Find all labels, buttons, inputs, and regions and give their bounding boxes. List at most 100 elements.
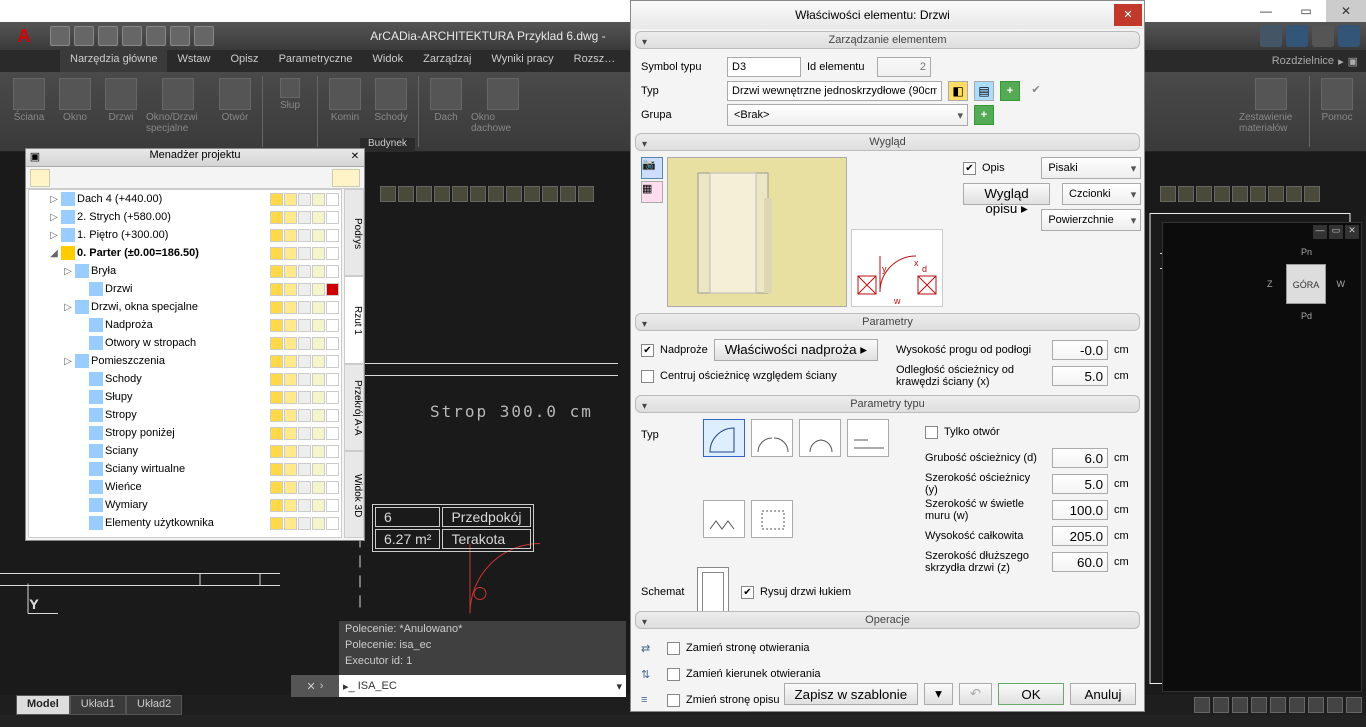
layer-color-icon[interactable] (326, 427, 339, 440)
layer-print-icon[interactable] (312, 319, 325, 332)
layer-sun-icon[interactable] (284, 481, 297, 494)
window-button[interactable]: Okno (52, 76, 98, 147)
status-icon[interactable] (1308, 697, 1324, 713)
command-input[interactable]: ▸_ ISA_EC ▾ (339, 675, 626, 697)
cancel-button[interactable]: Anuluj (1070, 683, 1136, 705)
tree-expand-icon[interactable]: ▷ (63, 266, 73, 277)
layer-lock-icon[interactable] (298, 319, 311, 332)
layer-bulb-icon[interactable] (270, 391, 283, 404)
frame-width-input[interactable] (1052, 474, 1108, 494)
layer-color-icon[interactable] (326, 211, 339, 224)
type-library-icon[interactable]: ▤ (974, 81, 994, 101)
status-icon[interactable] (1270, 697, 1286, 713)
type-single-button[interactable] (703, 419, 745, 457)
type-sliding-button[interactable] (847, 419, 889, 457)
pm-close-icon[interactable]: ✕ (348, 150, 362, 164)
layer-bulb-icon[interactable] (270, 481, 283, 494)
qat-redo-icon[interactable] (194, 26, 214, 46)
section-management[interactable]: ▾Zarządzanie elementem (635, 31, 1140, 49)
layer-print-icon[interactable] (312, 211, 325, 224)
layer-sun-icon[interactable] (284, 463, 297, 476)
layer-lock-icon[interactable] (298, 229, 311, 242)
layer-color-icon[interactable] (326, 247, 339, 260)
tree-expand-icon[interactable]: ◢ (49, 248, 59, 259)
pm-tab-rzut1[interactable]: Rzut 1 (344, 276, 364, 363)
look-2d-icon[interactable]: ▦ (641, 181, 663, 203)
layer-bulb-icon[interactable] (270, 319, 283, 332)
qat-open-icon[interactable] (74, 26, 94, 46)
tree-row[interactable]: Ściany (29, 442, 341, 460)
layer-lock-icon[interactable] (298, 355, 311, 368)
vt-icon[interactable] (488, 186, 504, 202)
opening-button[interactable]: Otwór (212, 76, 258, 147)
help-button[interactable]: Pomoc (1314, 76, 1360, 147)
layer-print-icon[interactable] (312, 463, 325, 476)
layer-bulb-icon[interactable] (270, 355, 283, 368)
roof-window-button[interactable]: Okno dachowe (469, 76, 537, 147)
layer-bulb-icon[interactable] (270, 499, 283, 512)
tree-row[interactable]: Schody (29, 370, 341, 388)
layer-print-icon[interactable] (312, 373, 325, 386)
layer-lock-icon[interactable] (298, 499, 311, 512)
layer-print-icon[interactable] (312, 247, 325, 260)
threshold-height-input[interactable] (1052, 340, 1108, 360)
layer-color-icon[interactable] (326, 265, 339, 278)
layer-print-icon[interactable] (312, 265, 325, 278)
layer-print-icon[interactable] (312, 193, 325, 206)
clear-width-input[interactable] (1052, 500, 1108, 520)
layer-sun-icon[interactable] (284, 229, 297, 242)
vt-icon[interactable] (578, 186, 594, 202)
tab-annotate[interactable]: Opisz (220, 50, 268, 72)
pm-pin-icon[interactable]: ▣ (28, 150, 42, 164)
layer-lock-icon[interactable] (298, 301, 311, 314)
layer-sun-icon[interactable] (284, 301, 297, 314)
qat-new-icon[interactable] (50, 26, 70, 46)
layer-sun-icon[interactable] (284, 391, 297, 404)
layer-print-icon[interactable] (312, 427, 325, 440)
tree-row[interactable]: Słupy (29, 388, 341, 406)
section-param-type[interactable]: ▾Parametry typu (635, 395, 1140, 413)
tree-row[interactable]: Wymiary (29, 496, 341, 514)
layer-color-icon[interactable] (326, 301, 339, 314)
layer-print-icon[interactable] (312, 445, 325, 458)
ok-button[interactable]: OK (998, 683, 1064, 705)
vt-icon[interactable] (380, 186, 396, 202)
roof-button[interactable]: Dach (423, 76, 469, 147)
layer-lock-icon[interactable] (298, 265, 311, 278)
status-icon[interactable] (1251, 697, 1267, 713)
flip-dir-checkbox[interactable] (667, 668, 680, 681)
tree-row[interactable]: Stropy poniżej (29, 424, 341, 442)
layer-print-icon[interactable] (312, 517, 325, 530)
layer-bulb-icon[interactable] (270, 373, 283, 386)
tab-view[interactable]: Widok (363, 50, 414, 72)
layer-sun-icon[interactable] (284, 337, 297, 350)
tab-home[interactable]: Narzędzia główne (60, 50, 167, 72)
layer-lock-icon[interactable] (298, 391, 311, 404)
lintel-props-button[interactable]: Właściwości nadproża ▸ (714, 339, 878, 361)
layer-sun-icon[interactable] (284, 445, 297, 458)
tree-row[interactable]: Drzwi (29, 280, 341, 298)
layer-lock-icon[interactable] (298, 481, 311, 494)
exchange-icon[interactable] (1312, 25, 1334, 47)
undo-button[interactable]: ↶ (959, 683, 992, 705)
layer-color-icon[interactable] (326, 337, 339, 350)
layer-sun-icon[interactable] (284, 247, 297, 260)
tree-expand-icon[interactable]: ▷ (63, 302, 73, 313)
vt-icon[interactable] (524, 186, 540, 202)
only-opening-checkbox[interactable] (925, 426, 938, 439)
frame-distance-input[interactable] (1052, 366, 1108, 386)
fonts-combo[interactable]: Czcionki (1062, 183, 1141, 205)
layer-print-icon[interactable] (312, 355, 325, 368)
ribbon-nav-icon[interactable]: ▸ (1338, 55, 1344, 68)
layer-lock-icon[interactable] (298, 373, 311, 386)
qat-undo-icon[interactable] (170, 26, 190, 46)
layer-color-icon[interactable] (326, 391, 339, 404)
vt-icon[interactable] (1178, 186, 1194, 202)
layer-print-icon[interactable] (312, 391, 325, 404)
tab-parametric[interactable]: Parametryczne (269, 50, 363, 72)
flip-side-checkbox[interactable] (667, 642, 680, 655)
layer-color-icon[interactable] (326, 517, 339, 530)
tab-rozdzielnice[interactable]: Rozdzielnice (1272, 55, 1334, 67)
section-ops[interactable]: ▾Operacje (635, 611, 1140, 629)
vt-icon[interactable] (1268, 186, 1284, 202)
